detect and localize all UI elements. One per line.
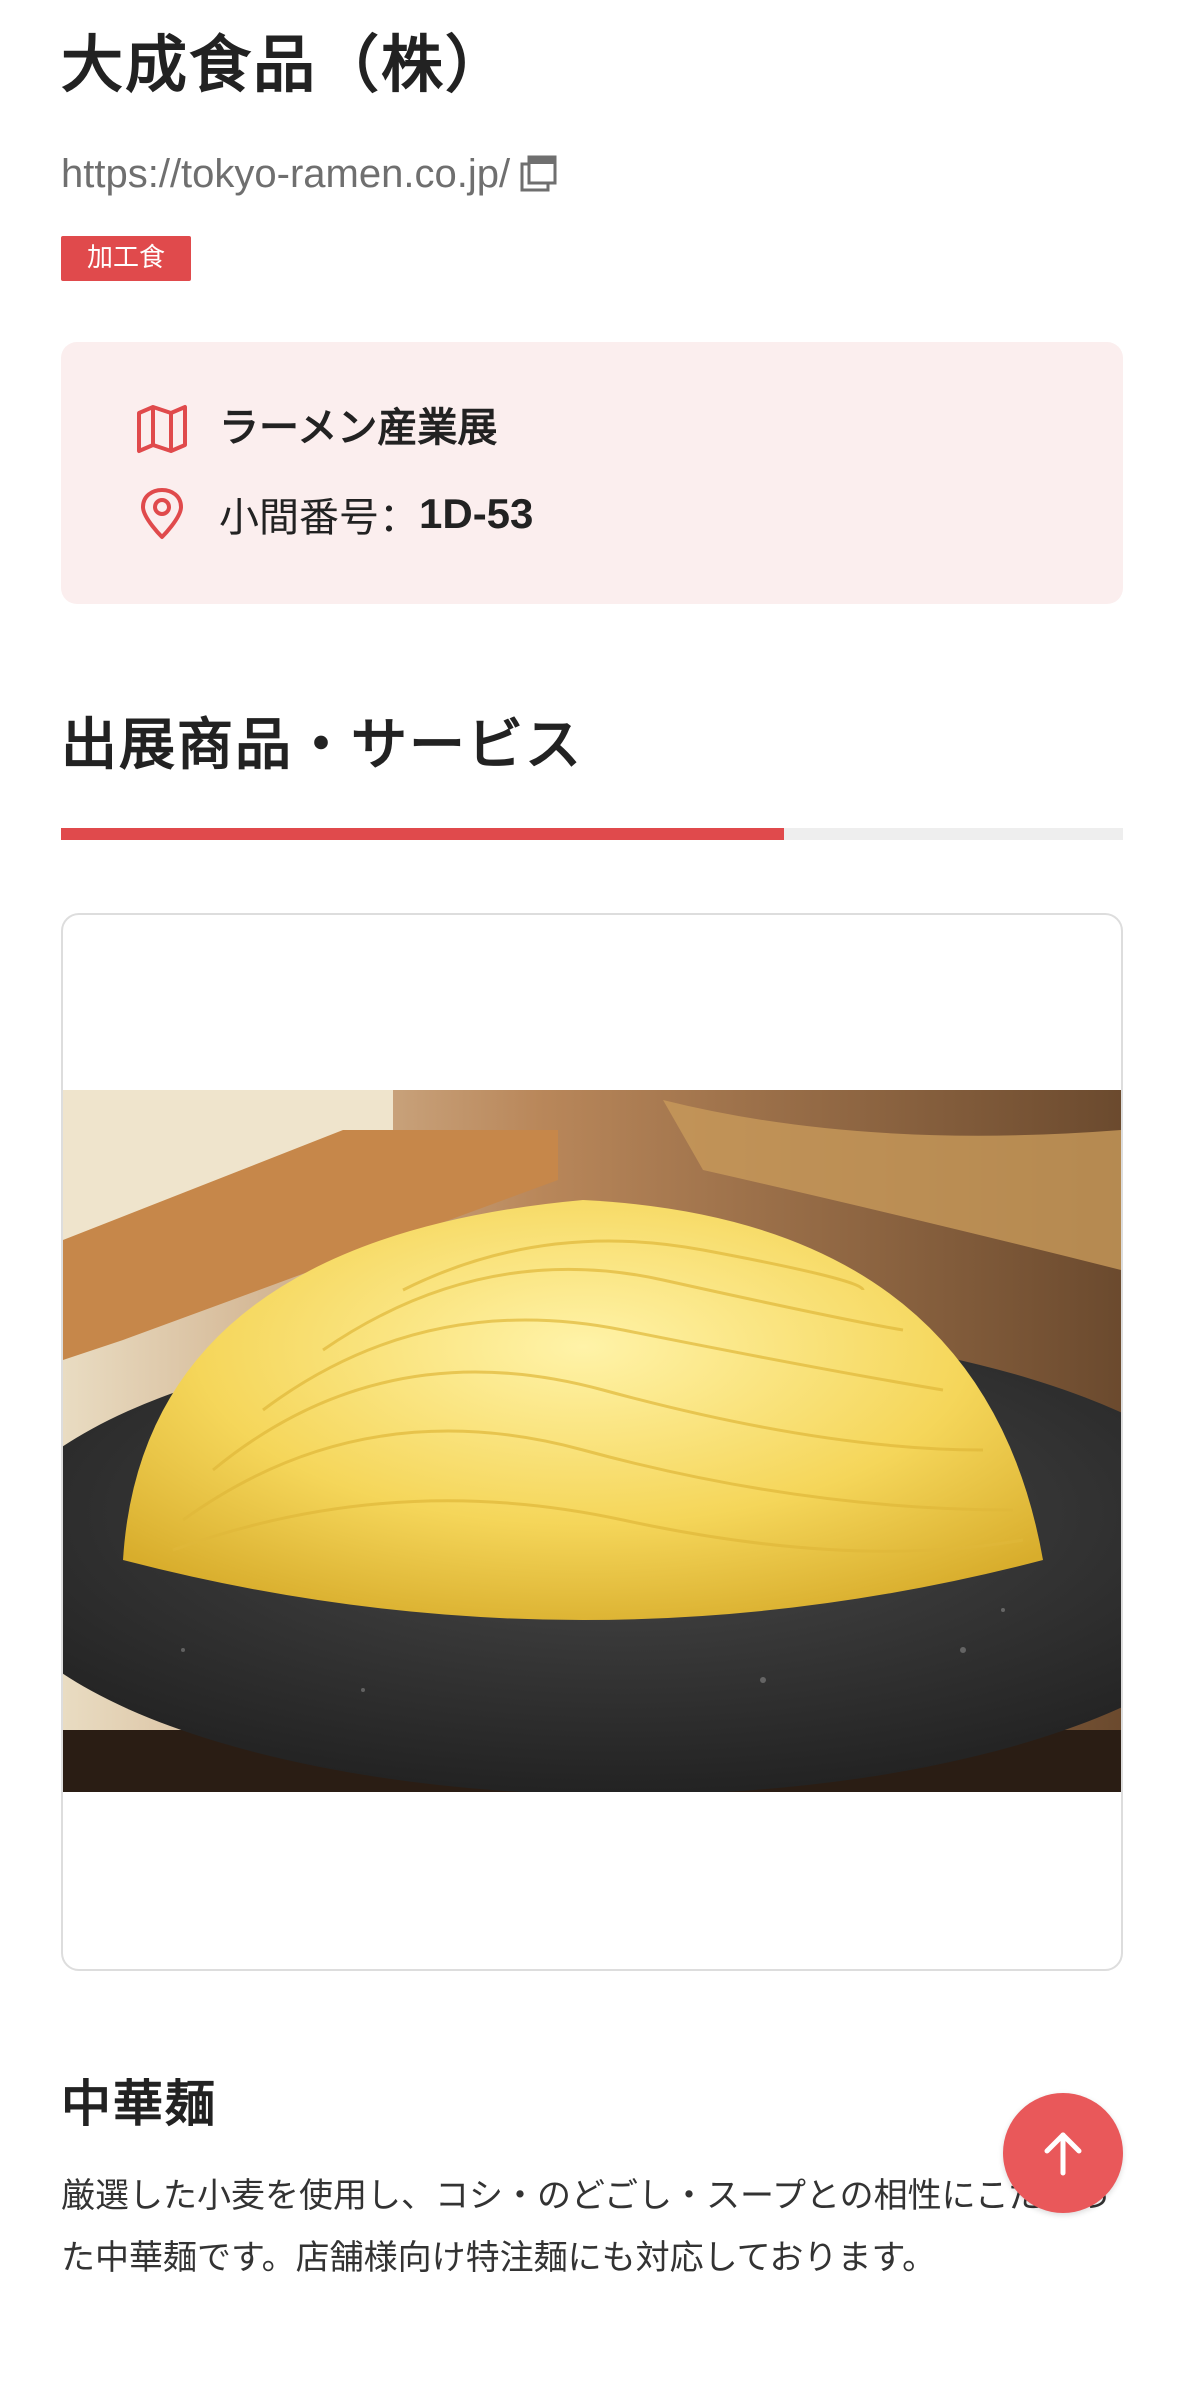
booth-row: 小間番号： 1D-53 <box>135 484 533 544</box>
section-underline-accent <box>61 828 784 840</box>
exhibition-info-box: ラーメン産業展 小間番号： 1D-53 <box>61 342 1123 604</box>
company-url-row: https://tokyo-ramen.co.jp/ <box>61 146 560 202</box>
product-image <box>63 1090 1121 1792</box>
map-icon <box>137 405 187 453</box>
product-description: 厳選した小麦を使用し、コシ・のどごし・スープとの相性にこだわった中華麺です。店舗… <box>61 2176 1111 2278</box>
arrow-up-icon <box>1044 2132 1082 2176</box>
booth-number: 1D-53 <box>419 490 534 537</box>
exhibitor-detail-page: 大成食品（株） https://tokyo-ramen.co.jp/ 加工食 ラ… <box>0 0 1179 2390</box>
product-card[interactable] <box>61 913 1123 1971</box>
event-name: ラーメン産業展 <box>219 405 498 451</box>
section-title: 出展商品・サービス <box>61 713 583 778</box>
scroll-to-top-button[interactable] <box>1003 2093 1123 2213</box>
product-name: 中華麺 <box>61 2075 217 2133</box>
section-underline <box>61 828 1123 840</box>
external-link-icon[interactable] <box>516 152 560 196</box>
event-row: ラーメン産業展 <box>135 398 497 458</box>
booth-label: 小間番号： <box>219 495 419 541</box>
company-url-link[interactable]: https://tokyo-ramen.co.jp/ <box>61 146 510 202</box>
company-name: 大成食品（株） <box>61 28 510 101</box>
category-tag[interactable]: 加工食 <box>61 236 192 281</box>
location-pin-icon <box>141 488 183 539</box>
